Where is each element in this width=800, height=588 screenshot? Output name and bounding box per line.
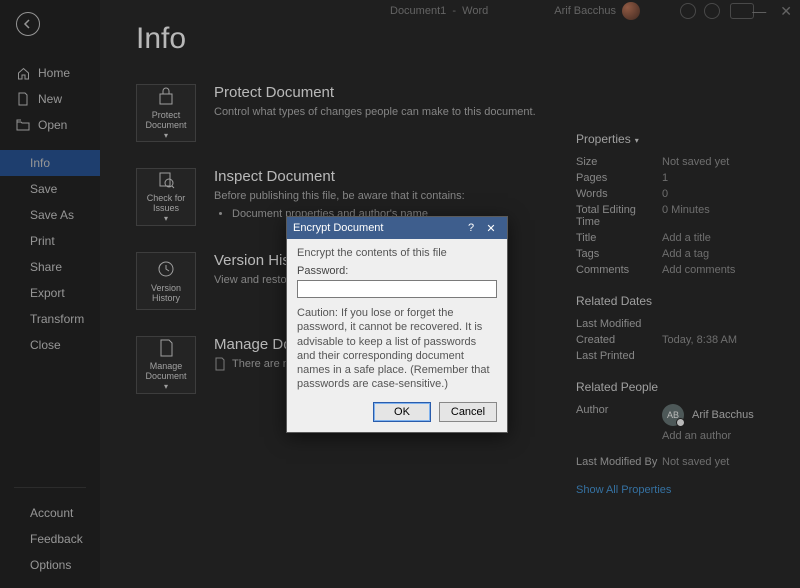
sidebar-item-save[interactable]: Save xyxy=(0,176,100,202)
document-icon xyxy=(156,339,176,357)
prop-row: Total Editing Time0 Minutes xyxy=(576,202,776,230)
sidebar-label: Share xyxy=(16,260,62,274)
author-avatar: AB xyxy=(662,404,684,426)
dialog-close-button[interactable]: ✕ xyxy=(481,222,501,235)
sidebar-item-account[interactable]: Account xyxy=(0,500,100,526)
author-row-wrapper: Author AB Arif Bacchus xyxy=(576,402,776,428)
prop-row: Last Printed xyxy=(576,348,776,364)
prop-row: CommentsAdd comments xyxy=(576,262,776,278)
sidebar-item-feedback[interactable]: Feedback xyxy=(0,526,100,552)
show-all-properties[interactable]: Show All Properties xyxy=(576,484,776,496)
backstage-sidebar: Home New Open Info Save Save As Print Sh… xyxy=(0,0,100,588)
ok-button[interactable]: OK xyxy=(373,402,431,422)
sidebar-label: Feedback xyxy=(16,532,83,546)
btn-label: Protect Document xyxy=(139,110,193,131)
dialog-title: Encrypt Document xyxy=(293,222,461,234)
prop-row: Pages1 xyxy=(576,170,776,186)
sidebar-label: Options xyxy=(16,558,71,572)
sidebar-label: Save As xyxy=(16,208,74,222)
history-icon xyxy=(156,259,176,279)
btn-label: Version History xyxy=(139,283,193,304)
sidebar-item-open[interactable]: Open xyxy=(0,112,100,138)
manage-document-button[interactable]: Manage Document ▾ xyxy=(136,336,196,394)
sidebar-label: Transform xyxy=(16,312,84,326)
cancel-button[interactable]: Cancel xyxy=(439,402,497,422)
chevron-down-icon: ▾ xyxy=(164,131,168,140)
new-icon xyxy=(16,92,30,106)
password-label: Password: xyxy=(297,265,497,277)
sidebar-label: Open xyxy=(38,118,67,132)
prop-row: TitleAdd a title xyxy=(576,230,776,246)
sidebar-item-share[interactable]: Share xyxy=(0,254,100,280)
home-icon xyxy=(16,66,30,80)
protect-document-button[interactable]: Protect Document ▾ xyxy=(136,84,196,142)
page-title: Info xyxy=(136,22,776,56)
prop-row: CreatedToday, 8:38 AM xyxy=(576,332,776,348)
sidebar-label: Info xyxy=(16,156,50,170)
properties-panel: Properties▾ SizeNot saved yet Pages1 Wor… xyxy=(576,132,776,496)
sidebar-item-info[interactable]: Info xyxy=(0,150,100,176)
btn-label: Manage Document xyxy=(139,361,193,382)
sidebar-label: Close xyxy=(16,338,61,352)
arrow-left-icon xyxy=(22,18,34,30)
properties-heading[interactable]: Properties▾ xyxy=(576,132,776,146)
sidebar-item-options[interactable]: Options xyxy=(0,552,100,578)
sidebar-item-export[interactable]: Export xyxy=(0,280,100,306)
encrypt-document-dialog: Encrypt Document ? ✕ Encrypt the content… xyxy=(286,216,508,433)
related-dates-heading: Related Dates xyxy=(576,294,776,308)
sidebar-item-new[interactable]: New xyxy=(0,86,100,112)
prop-row: SizeNot saved yet xyxy=(576,154,776,170)
sidebar-label: Home xyxy=(38,66,70,80)
section-title: Protect Document xyxy=(214,84,536,101)
section-desc: Before publishing this file, be aware th… xyxy=(214,189,465,204)
sidebar-label: Save xyxy=(16,182,57,196)
sidebar-item-saveas[interactable]: Save As xyxy=(0,202,100,228)
sidebar-label: Account xyxy=(16,506,73,520)
password-input[interactable] xyxy=(297,280,497,298)
sidebar-label: Export xyxy=(16,286,65,300)
prop-row: TagsAdd a tag xyxy=(576,246,776,262)
dialog-lead: Encrypt the contents of this file xyxy=(297,247,497,259)
author-value[interactable]: AB Arif Bacchus xyxy=(662,404,754,426)
add-author[interactable]: Add an author xyxy=(662,430,731,442)
check-issues-button[interactable]: Check for Issues ▾ xyxy=(136,168,196,226)
back-button[interactable] xyxy=(16,12,40,36)
sidebar-item-print[interactable]: Print xyxy=(0,228,100,254)
dialog-help-button[interactable]: ? xyxy=(461,222,481,234)
sidebar-label: Print xyxy=(16,234,55,248)
doc-small-icon xyxy=(214,357,226,371)
sidebar-item-close[interactable]: Close xyxy=(0,332,100,358)
chevron-down-icon: ▾ xyxy=(635,136,639,145)
version-history-button[interactable]: Version History xyxy=(136,252,196,310)
prop-row: Last Modified xyxy=(576,316,776,332)
author-name: Arif Bacchus xyxy=(692,409,754,421)
related-people-heading: Related People xyxy=(576,380,776,394)
sidebar-item-home[interactable]: Home xyxy=(0,60,100,86)
btn-label: Check for Issues xyxy=(139,193,193,214)
sidebar-label: New xyxy=(38,92,62,106)
dialog-caution: Caution: If you lose or forget the passw… xyxy=(297,306,497,392)
prop-row: Words0 xyxy=(576,186,776,202)
chevron-down-icon: ▾ xyxy=(164,382,168,391)
dialog-titlebar: Encrypt Document ? ✕ xyxy=(287,217,507,239)
sidebar-item-transform[interactable]: Transform xyxy=(0,306,100,332)
lock-icon xyxy=(156,86,176,106)
chevron-down-icon: ▾ xyxy=(164,214,168,223)
section-title: Inspect Document xyxy=(214,168,465,185)
section-desc: Control what types of changes people can… xyxy=(214,105,536,120)
inspect-icon xyxy=(156,171,176,189)
open-icon xyxy=(16,118,30,132)
